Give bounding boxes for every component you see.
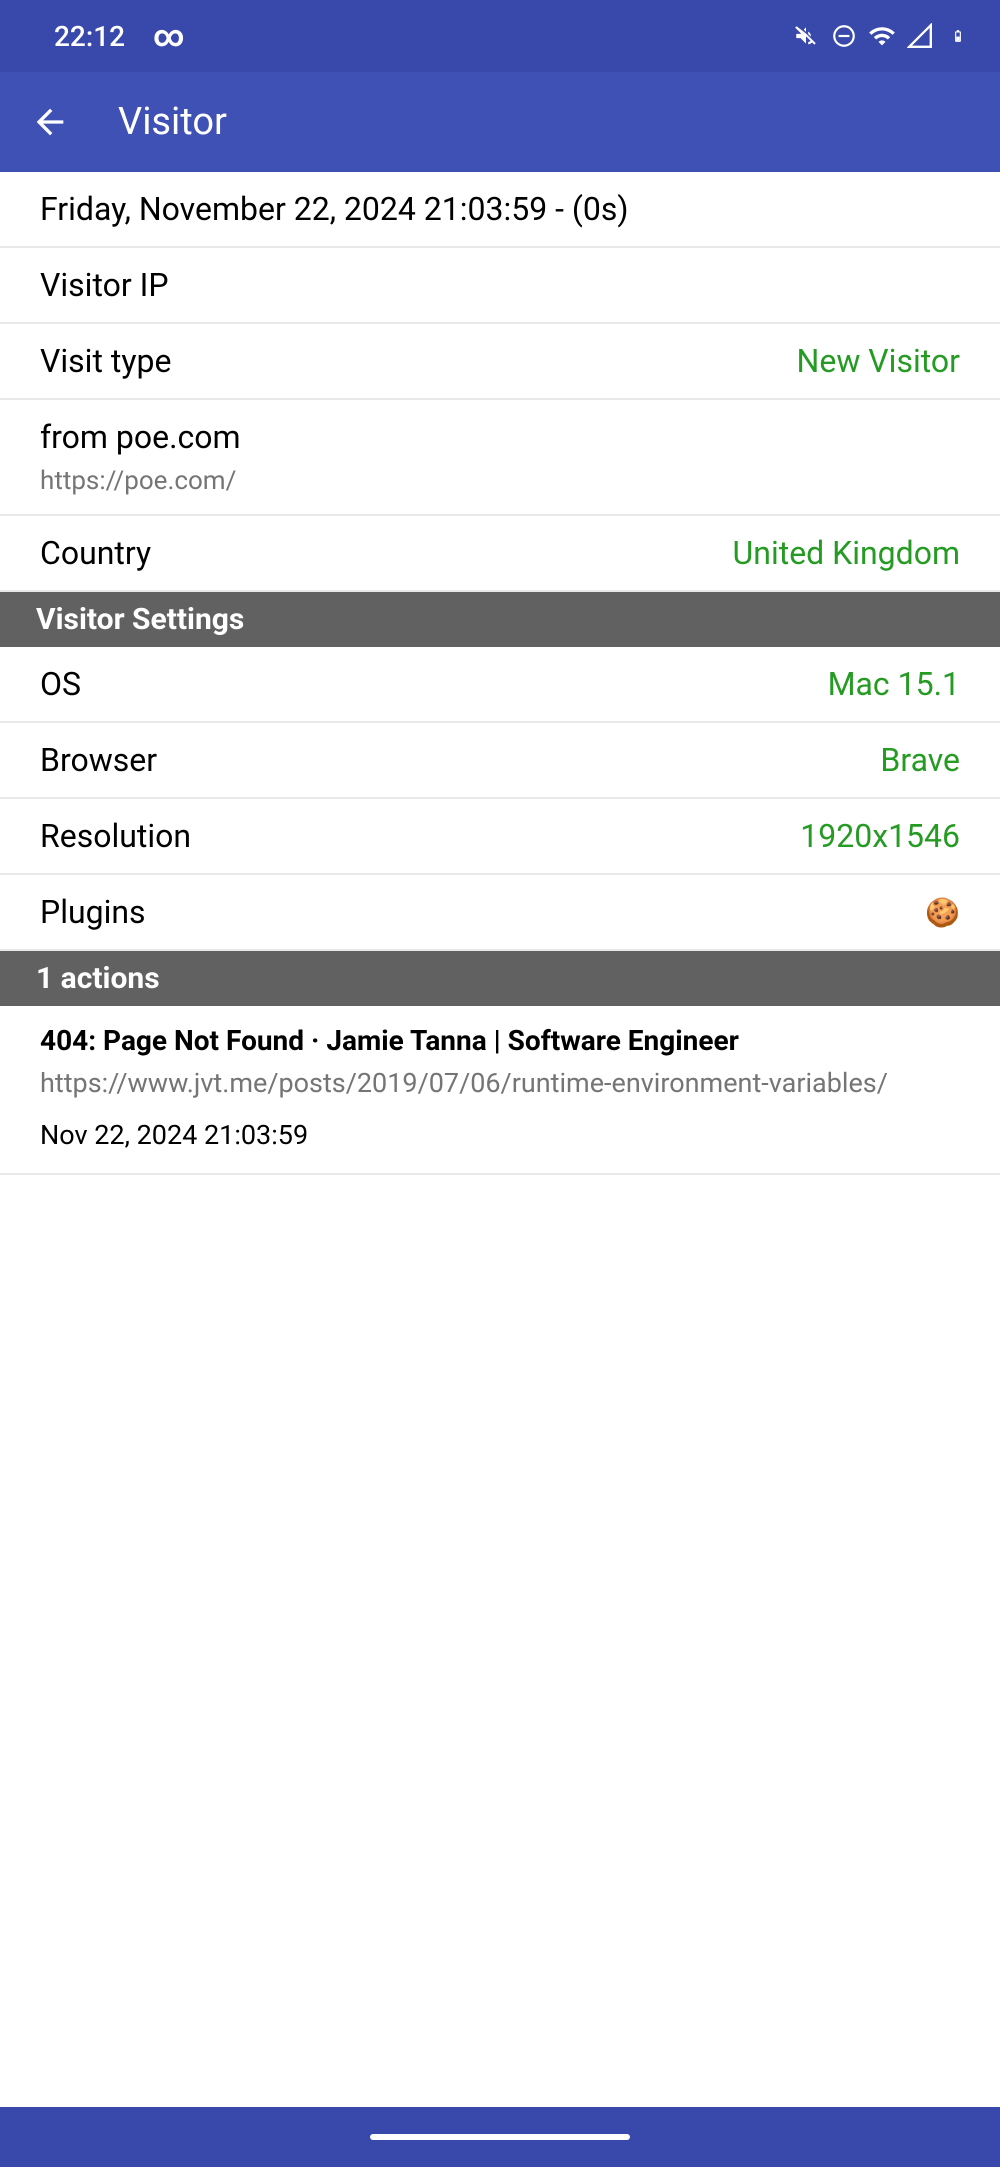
status-left: 22:12 ∞: [54, 19, 185, 54]
battery-icon: [944, 22, 972, 50]
plugins-label: Plugins: [40, 893, 146, 931]
country-label: Country: [40, 534, 151, 572]
infinity-icon: ∞: [153, 19, 185, 54]
visitor-settings-header: Visitor Settings: [0, 592, 1000, 647]
plugins-row[interactable]: Plugins 🍪: [0, 875, 1000, 951]
action-item[interactable]: 404: Page Not Found · Jamie Tanna | Soft…: [0, 1006, 1000, 1175]
wifi-icon: [868, 22, 896, 50]
signal-icon: [906, 22, 934, 50]
referrer-label: from poe.com: [40, 418, 241, 456]
action-url: https://www.jvt.me/posts/2019/07/06/runt…: [40, 1067, 960, 1099]
resolution-row[interactable]: Resolution 1920x1546: [0, 799, 1000, 875]
visitor-ip-row[interactable]: Visitor IP: [0, 248, 1000, 324]
resolution-label: Resolution: [40, 817, 191, 855]
os-row[interactable]: OS Mac 15.1: [0, 647, 1000, 723]
status-right: [792, 22, 972, 50]
os-label: OS: [40, 665, 81, 703]
resolution-value: 1920x1546: [800, 817, 960, 855]
nav-bar: [0, 2107, 1000, 2167]
browser-row[interactable]: Browser Brave: [0, 723, 1000, 799]
actions-header: 1 actions: [0, 951, 1000, 1006]
page-title: Visitor: [118, 100, 227, 144]
back-button[interactable]: [28, 100, 72, 144]
visit-type-row[interactable]: Visit type New Visitor: [0, 324, 1000, 400]
nav-handle[interactable]: [370, 2134, 630, 2140]
dnd-icon: [830, 22, 858, 50]
mute-icon: [792, 22, 820, 50]
country-value: United Kingdom: [733, 534, 960, 572]
visit-type-value: New Visitor: [797, 342, 960, 380]
arrow-left-icon: [30, 102, 70, 142]
action-time: Nov 22, 2024 21:03:59: [40, 1119, 960, 1151]
country-row[interactable]: Country United Kingdom: [0, 516, 1000, 592]
referrer-row[interactable]: from poe.com https://poe.com/: [0, 400, 1000, 516]
content: Friday, November 22, 2024 21:03:59 - (0s…: [0, 172, 1000, 2107]
os-value: Mac 15.1: [828, 665, 960, 703]
visitor-ip-label: Visitor IP: [40, 266, 169, 304]
visit-timestamp-row[interactable]: Friday, November 22, 2024 21:03:59 - (0s…: [0, 172, 1000, 248]
status-bar: 22:12 ∞: [0, 0, 1000, 72]
visit-timestamp: Friday, November 22, 2024 21:03:59 - (0s…: [40, 190, 629, 228]
action-title: 404: Page Not Found · Jamie Tanna | Soft…: [40, 1024, 960, 1057]
cookie-icon: 🍪: [925, 896, 960, 929]
referrer-url: https://poe.com/: [40, 466, 241, 496]
app-bar: Visitor: [0, 72, 1000, 172]
visit-type-label: Visit type: [40, 342, 171, 380]
browser-label: Browser: [40, 741, 157, 779]
status-time: 22:12: [54, 20, 125, 53]
browser-value: Brave: [880, 741, 960, 779]
